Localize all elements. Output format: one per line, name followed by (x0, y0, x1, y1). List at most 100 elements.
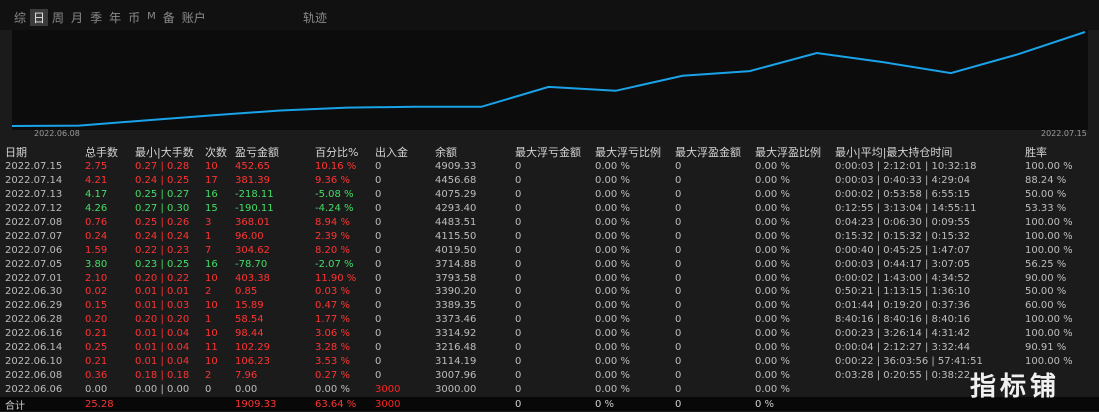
period-tabs: 综 日 周 月 季 年 币 M 备 账户 (14, 9, 213, 26)
table-row[interactable]: 2022.07.12 4.26 0.27 | 0.30 15 -190.11 -4.24 … (5, 202, 1095, 216)
cell-date: 2022.06.08 (5, 369, 63, 381)
col-lots[interactable]: 总手数 (85, 144, 135, 160)
cell-max-float-loss-pct: 0.00 % (595, 189, 630, 201)
tab-week[interactable]: 周 (52, 9, 64, 26)
cell-count: 2 (205, 369, 212, 381)
cell-balance: 3793.58 (435, 272, 477, 284)
col-hold-time[interactable]: 最小|平均|最大持仓时间 (835, 144, 1025, 160)
table-row[interactable]: 2022.07.07 0.24 0.24 | 0.24 1 96.00 2.39 % 0 41… (5, 229, 1095, 243)
cell-minmax: 0.25 | 0.26 (135, 217, 190, 228)
cell-minmax: 0.24 | 0.25 (135, 175, 190, 187)
col-minmax[interactable]: 最小|大手数 (135, 144, 205, 160)
cell-pnl: 98.44 (235, 328, 264, 340)
cell-inout: 3000 (375, 383, 401, 395)
table-row[interactable]: 2022.06.30 0.02 0.01 | 0.01 2 0.85 0.03 % 0 339… (5, 285, 1095, 299)
cell-minmax: 0.20 | 0.20 (135, 314, 190, 326)
col-count[interactable]: 次数 (205, 144, 235, 160)
col-max-float-profit-pct[interactable]: 最大浮盈比例 (755, 144, 835, 160)
cell-count: 0 (205, 383, 212, 395)
cell-balance: 3389.35 (435, 300, 477, 312)
total-max-float-loss-pct: 0 % (595, 399, 615, 410)
cell-winrate: 50.00 % (1025, 286, 1067, 298)
cell-winrate: 100.00 % (1025, 161, 1073, 173)
cell-pnl: 0.85 (235, 286, 258, 298)
cell-max-float-profit-pct: 0.00 % (755, 272, 790, 284)
cell-winrate: 60.00 % (1025, 300, 1067, 312)
tab-notes[interactable]: 备 (163, 9, 175, 26)
cell-hold-time: 8:40:16 | 8:40:16 | 8:40:16 (835, 314, 971, 326)
col-pnl[interactable]: 盈亏金额 (235, 144, 315, 160)
cell-max-float-profit-pct: 0.00 % (755, 355, 790, 367)
cell-balance: 3390.20 (435, 286, 477, 298)
cell-hold-time: 0:00:03 | 0:44:17 | 3:07:05 (835, 258, 971, 270)
table-row[interactable]: 2022.07.15 2.75 0.27 | 0.28 10 452.65 10.16 %… (5, 160, 1095, 174)
table-row[interactable]: 2022.07.08 0.76 0.25 | 0.26 3 368.01 8.94 % 0 4… (5, 216, 1095, 230)
col-max-float-profit[interactable]: 最大浮盈金额 (675, 144, 755, 160)
cell-max-float-loss: 0 (515, 189, 522, 201)
cell-count: 16 (205, 258, 218, 270)
x-tick-label-start: 2022.06.08 (34, 129, 80, 138)
cell-winrate: 90.00 % (1025, 272, 1067, 284)
cell-minmax: 0.00 | 0.00 (135, 383, 190, 395)
cell-max-float-profit-pct: 0.00 % (755, 175, 790, 187)
tab-day[interactable]: 日 (30, 9, 49, 26)
cell-lots: 0.21 (85, 355, 108, 367)
cell-max-float-loss-pct: 0.00 % (595, 161, 630, 173)
tab-m[interactable]: M (147, 11, 156, 26)
table-row[interactable]: 2022.06.08 0.36 0.18 | 0.18 2 7.96 0.27 % 0 300… (5, 368, 1095, 382)
cell-lots: 2.10 (85, 272, 108, 284)
table-row[interactable]: 2022.06.14 0.25 0.01 | 0.04 11 102.29 3.28 % 0… (5, 341, 1095, 355)
total-pnl: 1909.33 (235, 399, 277, 410)
table-row[interactable]: 2022.06.28 0.20 0.20 | 0.20 1 58.54 1.77 % 0 33… (5, 313, 1095, 327)
tab-track[interactable]: 轨迹 (303, 9, 327, 26)
col-winrate[interactable]: 胜率 (1025, 144, 1095, 160)
tab-overview[interactable]: 综 (14, 9, 26, 26)
tab-year[interactable]: 年 (109, 9, 121, 26)
table-row[interactable]: 2022.07.13 4.17 0.25 | 0.27 16 -218.11 -5.08 … (5, 188, 1095, 202)
table-row[interactable]: 2022.06.10 0.21 0.01 | 0.04 10 106.23 3.53 % 0… (5, 354, 1095, 368)
table-row[interactable]: 2022.07.01 2.10 0.20 | 0.22 10 403.38 11.90 %… (5, 271, 1095, 285)
cell-inout: 0 (375, 230, 382, 242)
col-pct[interactable]: 百分比% (315, 144, 375, 160)
cell-inout: 0 (375, 244, 382, 256)
cell-balance: 4909.33 (435, 161, 477, 173)
cell-max-float-loss: 0 (515, 328, 522, 340)
col-inout[interactable]: 出入金 (375, 144, 435, 160)
col-date[interactable]: 日期 (5, 144, 85, 160)
cell-max-float-loss-pct: 0.00 % (595, 230, 630, 242)
tab-account[interactable]: 账户 (182, 9, 206, 26)
cell-hold-time: 0:00:02 | 1:43:00 | 4:34:52 (835, 272, 971, 284)
cell-inout: 0 (375, 286, 382, 298)
cell-lots: 0.24 (85, 230, 108, 242)
table-row[interactable]: 2022.07.14 4.21 0.24 | 0.25 17 381.39 9.36 % 0… (5, 174, 1095, 188)
table-row[interactable]: 2022.07.06 1.59 0.22 | 0.23 7 304.62 8.20 % 0 4… (5, 243, 1095, 257)
cell-max-float-profit-pct: 0.00 % (755, 203, 790, 215)
cell-pnl: 106.23 (235, 355, 270, 367)
col-balance[interactable]: 余额 (435, 144, 515, 160)
table-row[interactable]: 2022.07.05 3.80 0.23 | 0.25 16 -78.70 -2.07 %… (5, 257, 1095, 271)
cell-pnl: 7.96 (235, 369, 258, 381)
cell-count: 16 (205, 189, 218, 201)
cell-max-float-profit: 0 (675, 314, 682, 326)
cell-inout: 0 (375, 355, 382, 367)
cell-count: 11 (205, 342, 218, 354)
cell-minmax: 0.25 | 0.27 (135, 189, 190, 201)
tab-month[interactable]: 月 (71, 9, 83, 26)
table-header: 日期 总手数 最小|大手数 次数 盈亏金额 百分比% 出入金 余额 最大浮亏金额… (5, 144, 1095, 160)
cell-hold-time: 0:01:44 | 0:19:20 | 0:37:36 (835, 300, 971, 312)
cell-hold-time: 0:00:04 | 2:12:27 | 3:32:44 (835, 342, 971, 354)
col-max-float-loss-pct[interactable]: 最大浮亏比例 (595, 144, 675, 160)
cell-pct: 3.06 % (315, 328, 350, 340)
table-row[interactable]: 2022.06.29 0.15 0.01 | 0.03 10 15.89 0.47 % 0 3… (5, 299, 1095, 313)
table-row[interactable]: 2022.06.06 0.00 0.00 | 0.00 0 0.00 0.00 % 3000… (5, 382, 1095, 396)
cell-lots: 0.21 (85, 328, 108, 340)
daily-stats-table: 日期 总手数 最小|大手数 次数 盈亏金额 百分比% 出入金 余额 最大浮亏金额… (5, 144, 1095, 396)
cell-pct: 3.53 % (315, 355, 350, 367)
col-max-float-loss[interactable]: 最大浮亏金额 (515, 144, 595, 160)
table-row[interactable]: 2022.06.16 0.21 0.01 | 0.04 10 98.44 3.06 % 0 3… (5, 327, 1095, 341)
tab-quarter[interactable]: 季 (90, 9, 102, 26)
cell-winrate: 56.25 % (1025, 258, 1067, 270)
tab-currency[interactable]: 币 (128, 9, 140, 26)
cell-minmax: 0.01 | 0.04 (135, 342, 190, 354)
cell-date: 2022.07.05 (5, 258, 63, 270)
